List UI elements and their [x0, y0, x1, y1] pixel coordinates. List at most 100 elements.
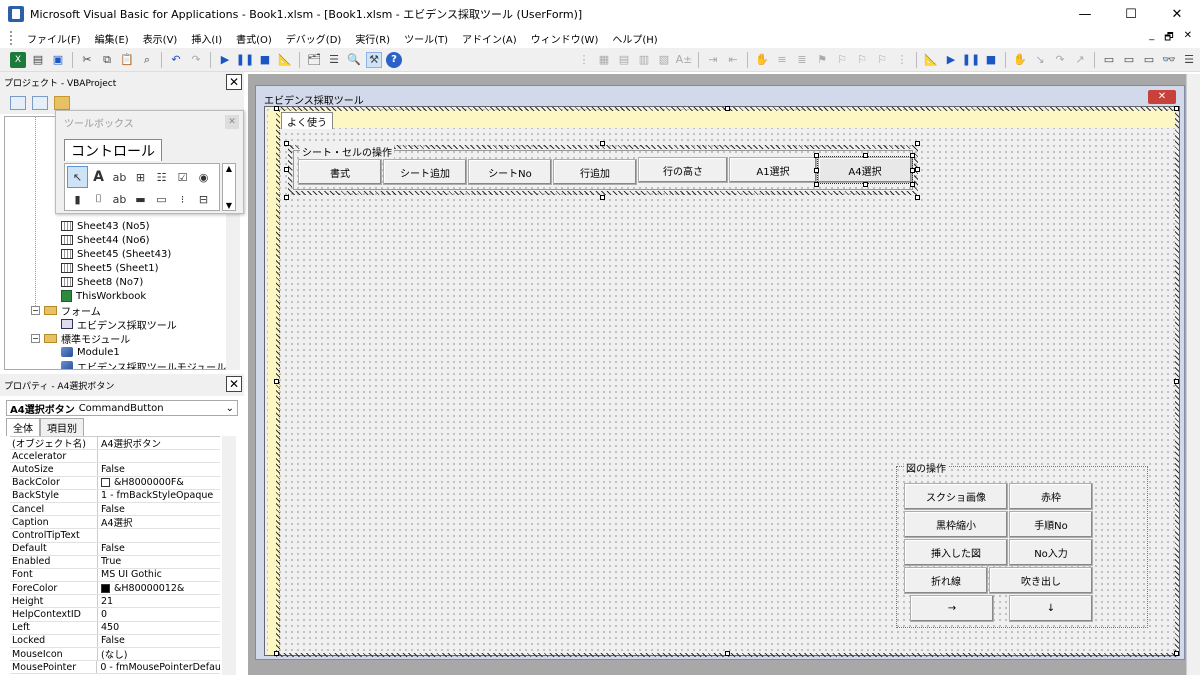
property-row[interactable]: Default False: [10, 542, 220, 556]
add-row-button[interactable]: 行追加: [553, 159, 637, 185]
properties-window-icon[interactable]: ☰: [326, 52, 342, 68]
menu-edit[interactable]: 編集(E): [95, 31, 129, 46]
list-properties-icon[interactable]: ▦: [596, 52, 612, 68]
maximize-button[interactable]: ☐: [1108, 0, 1154, 28]
row-height-button[interactable]: 行の高さ: [638, 157, 728, 183]
immediate-window-icon[interactable]: ▭: [1121, 52, 1137, 68]
a1-select-button[interactable]: A1選択: [729, 157, 817, 183]
textbox-tool-icon[interactable]: ab: [109, 166, 130, 188]
child-restore-button[interactable]: 🗗: [1164, 30, 1173, 47]
checkbox-tool-icon[interactable]: ☑: [172, 166, 193, 188]
property-row[interactable]: MousePointer 0 - fmMousePointerDefau: [10, 661, 220, 675]
quick-info-icon[interactable]: ▥: [636, 52, 652, 68]
userform-close-button[interactable]: ✕: [1148, 90, 1176, 104]
right-arrow-button[interactable]: →: [910, 595, 994, 622]
indent-icon[interactable]: ⇥: [705, 52, 721, 68]
property-row[interactable]: Accelerator: [10, 450, 220, 464]
property-row[interactable]: Locked False: [10, 634, 220, 648]
project-close-button[interactable]: ✕: [226, 74, 242, 90]
property-row[interactable]: Font MS UI Gothic: [10, 568, 220, 583]
toolbox-scrollbar[interactable]: ▲ ▼: [222, 163, 236, 211]
clear-bookmarks-icon[interactable]: ⚐: [874, 52, 890, 68]
prev-bookmark-icon[interactable]: ⚐: [854, 52, 870, 68]
cut-icon[interactable]: ✂: [79, 52, 95, 68]
reset2-icon[interactable]: ■: [983, 52, 999, 68]
down-arrow-button[interactable]: ↓: [1009, 595, 1093, 622]
menu-window[interactable]: ウィンドウ(W): [531, 31, 599, 46]
step-into-icon[interactable]: ↘: [1032, 52, 1048, 68]
tree-item[interactable]: Sheet45 (Sheet43): [61, 247, 171, 261]
property-row[interactable]: Left 450: [10, 621, 220, 635]
no-input-button[interactable]: No入力: [1009, 539, 1093, 566]
toolbar-grip-icon[interactable]: ⋮: [576, 52, 592, 68]
menu-help[interactable]: ヘルプ(H): [612, 31, 657, 46]
tree-item[interactable]: Sheet5 (Sheet1): [61, 261, 159, 275]
reset-icon[interactable]: ■: [257, 52, 273, 68]
save-icon[interactable]: ▣: [50, 52, 66, 68]
insert-userform-icon[interactable]: ▤: [30, 52, 46, 68]
close-button[interactable]: ✕: [1154, 0, 1200, 28]
tree-folder-modules[interactable]: − 標準モジュール: [31, 331, 130, 346]
property-row[interactable]: AutoSize False: [10, 463, 220, 477]
run2-icon[interactable]: ▶: [943, 52, 959, 68]
listbox-tool-icon[interactable]: ☷: [151, 166, 172, 188]
format-button[interactable]: 書式: [298, 159, 382, 185]
call-stack-icon[interactable]: ☰: [1181, 52, 1197, 68]
property-row[interactable]: BackColor &H8000000F&: [10, 476, 220, 490]
child-minimize-button[interactable]: _: [1149, 30, 1154, 47]
find-icon[interactable]: ⌕: [139, 52, 155, 68]
properties-scrollbar[interactable]: [222, 436, 236, 675]
inserted-figure-button[interactable]: 挿入した図: [904, 539, 1008, 566]
comment-block-icon[interactable]: ≡: [774, 52, 790, 68]
property-row[interactable]: MouseIcon (なし): [10, 648, 220, 662]
sheet-no-button[interactable]: シートNo: [468, 159, 552, 185]
property-row[interactable]: Height 21: [10, 595, 220, 609]
tree-item[interactable]: Sheet43 (No5): [61, 219, 150, 233]
property-row[interactable]: BackStyle 1 - fmBackStyleOpaque: [10, 489, 220, 503]
properties-close-button[interactable]: ✕: [226, 376, 242, 392]
tab-alphabetic[interactable]: 全体: [6, 418, 40, 436]
view-code-icon[interactable]: [10, 96, 26, 110]
multipage-tool-icon[interactable]: ▭: [151, 188, 172, 210]
mdi-vertical-scrollbar[interactable]: [1186, 74, 1200, 675]
menu-tools[interactable]: ツール(T): [404, 31, 448, 46]
design-mode-icon[interactable]: 📐: [277, 52, 293, 68]
step-no-button[interactable]: 手順No: [1009, 511, 1093, 538]
menu-debug[interactable]: デバッグ(D): [286, 31, 342, 46]
tree-item[interactable]: Sheet44 (No6): [61, 233, 150, 247]
bookmark-icon[interactable]: ⚑: [814, 52, 830, 68]
collapse-icon[interactable]: −: [31, 333, 40, 343]
quick-watch-icon[interactable]: 👓: [1161, 52, 1177, 68]
tree-folder-forms[interactable]: − フォーム: [31, 303, 101, 318]
list-constants-icon[interactable]: ▤: [616, 52, 632, 68]
polyline-button[interactable]: 折れ線: [904, 567, 988, 594]
property-row[interactable]: ControlTipText: [10, 529, 220, 543]
tree-item-userform[interactable]: エビデンス採取ツール: [61, 317, 177, 332]
menu-addins[interactable]: アドイン(A): [462, 31, 517, 46]
parameter-info-icon[interactable]: ▧: [656, 52, 672, 68]
project-explorer-icon[interactable]: 🗂: [306, 52, 322, 68]
toolbar-grip2-icon[interactable]: ⋮: [894, 52, 910, 68]
frame-tool-icon[interactable]: ⌷: [88, 188, 109, 210]
collapse-icon[interactable]: −: [31, 305, 40, 315]
toolbox-tab-controls[interactable]: コントロール: [64, 139, 162, 161]
menu-format[interactable]: 書式(O): [236, 31, 272, 46]
property-row[interactable]: ForeColor &H80000012&: [10, 582, 220, 596]
help-icon[interactable]: ?: [386, 51, 402, 68]
object-browser-icon[interactable]: 🔍: [346, 52, 362, 68]
uncomment-block-icon[interactable]: ≣: [794, 52, 810, 68]
black-frame-shrink-button[interactable]: 黒枠縮小: [904, 511, 1008, 538]
menu-view[interactable]: 表示(V): [143, 31, 178, 46]
step-over-icon[interactable]: ↷: [1052, 52, 1068, 68]
complete-word-icon[interactable]: A±: [676, 52, 693, 68]
tree-item[interactable]: ThisWorkbook: [61, 289, 146, 303]
menu-insert[interactable]: 挿入(I): [191, 31, 222, 46]
menubar-grip[interactable]: [10, 31, 14, 45]
property-row[interactable]: Cancel False: [10, 502, 220, 517]
combobox-tool-icon[interactable]: ⊞: [130, 166, 151, 188]
toggle-folders-icon[interactable]: [54, 96, 70, 110]
add-sheet-button[interactable]: シート追加: [383, 159, 467, 185]
break-icon[interactable]: ❚❚: [236, 52, 254, 68]
undo-icon[interactable]: ↶: [168, 52, 184, 68]
menu-file[interactable]: ファイル(F): [27, 31, 81, 46]
